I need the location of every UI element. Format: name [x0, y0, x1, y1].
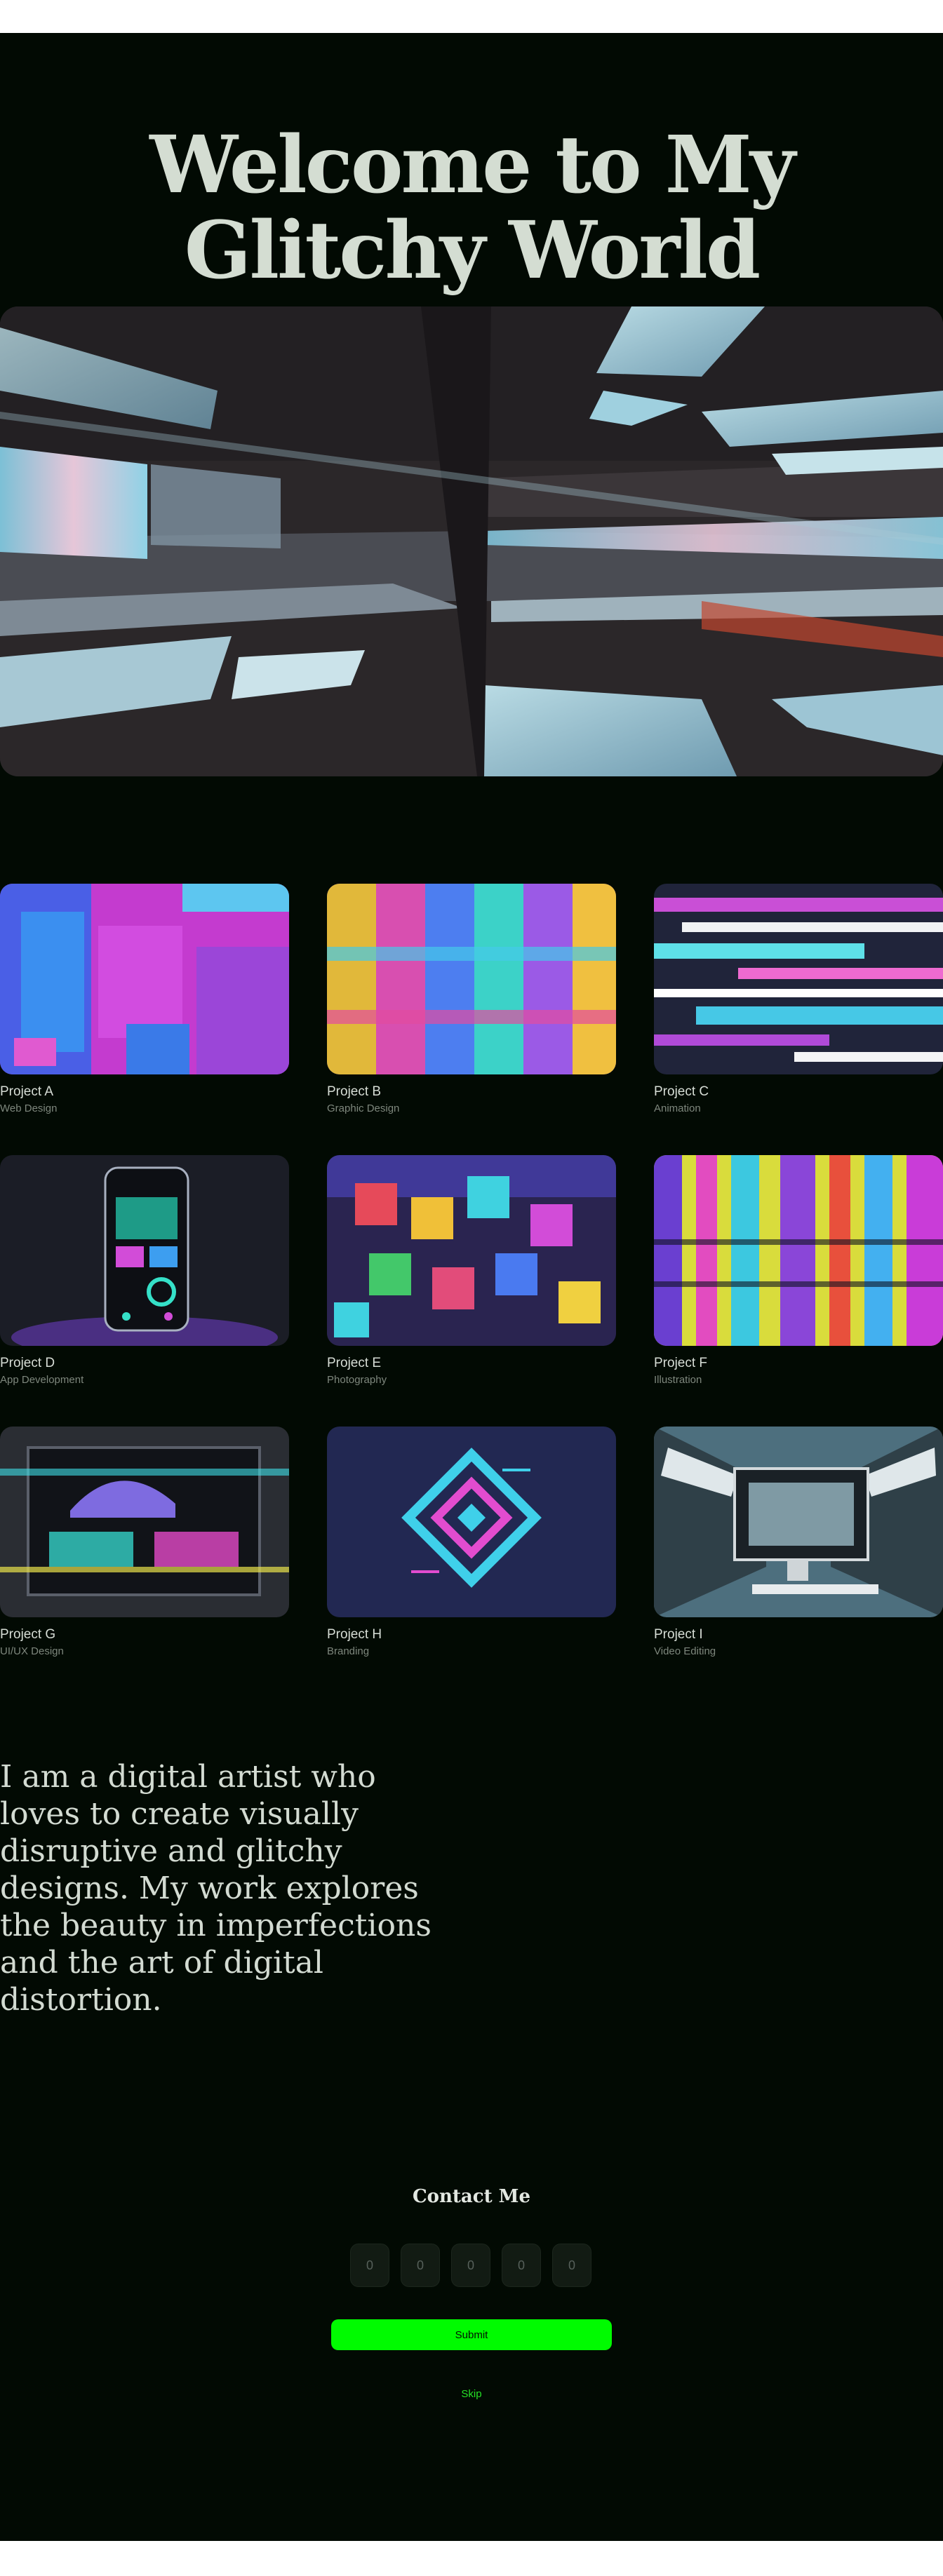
page: Welcome to My Glitchy World Project A We… — [0, 33, 943, 2541]
project-category: Photography — [327, 1374, 387, 1386]
project-a-image — [0, 884, 289, 1074]
code-digit-input[interactable]: 0 — [401, 2244, 440, 2287]
project-category: Branding — [327, 1645, 370, 1657]
project-card[interactable]: Project C Animation — [654, 884, 943, 1114]
project-card[interactable]: Project E Photography — [327, 1155, 616, 1386]
code-digit-input[interactable]: 0 — [350, 2244, 389, 2287]
project-d-image — [0, 1155, 289, 1346]
project-title: Project A — [0, 1084, 54, 1099]
project-category: Animation — [654, 1102, 701, 1114]
about-text: I am a digital artist who loves to creat… — [0, 1759, 432, 2018]
hero-image — [0, 306, 943, 776]
project-card[interactable]: Project A Web Design — [0, 884, 289, 1114]
project-category: Web Design — [0, 1102, 58, 1114]
project-title: Project I — [654, 1627, 703, 1642]
project-card[interactable]: Project I Video Editing — [654, 1427, 943, 1657]
project-h-image — [327, 1427, 616, 1617]
contact-title: Contact Me — [412, 2186, 530, 2207]
project-card[interactable]: Project H Branding — [327, 1427, 616, 1657]
project-b-image — [327, 884, 616, 1074]
project-title: Project C — [654, 1084, 709, 1099]
project-g-image — [0, 1427, 289, 1617]
hero-title: Welcome to My Glitchy World — [149, 119, 796, 297]
project-c-image — [654, 884, 943, 1074]
project-card[interactable]: Project B Graphic Design — [327, 884, 616, 1114]
project-card[interactable]: Project G UI/UX Design — [0, 1427, 289, 1657]
project-e-image — [327, 1155, 616, 1346]
code-digit-input[interactable]: 0 — [502, 2244, 541, 2287]
project-title: Project H — [327, 1627, 382, 1642]
project-title: Project E — [327, 1356, 382, 1370]
project-category: UI/UX Design — [0, 1645, 64, 1657]
project-title: Project D — [0, 1356, 55, 1370]
code-digit-input[interactable]: 0 — [451, 2244, 490, 2287]
project-i-image — [654, 1427, 943, 1617]
project-f-image — [654, 1155, 943, 1346]
project-title: Project F — [654, 1356, 708, 1370]
project-category: App Development — [0, 1374, 84, 1386]
project-title: Project G — [0, 1627, 56, 1642]
skip-link[interactable]: Skip — [0, 2388, 943, 2400]
code-digit-input[interactable]: 0 — [552, 2244, 591, 2287]
project-category: Graphic Design — [327, 1102, 400, 1114]
project-card[interactable]: Project F Illustration — [654, 1155, 943, 1386]
project-category: Illustration — [654, 1374, 702, 1386]
project-title: Project B — [327, 1084, 382, 1099]
submit-button[interactable]: Submit — [331, 2319, 612, 2350]
project-card[interactable]: Project D App Development — [0, 1155, 289, 1386]
project-category: Video Editing — [654, 1645, 716, 1657]
